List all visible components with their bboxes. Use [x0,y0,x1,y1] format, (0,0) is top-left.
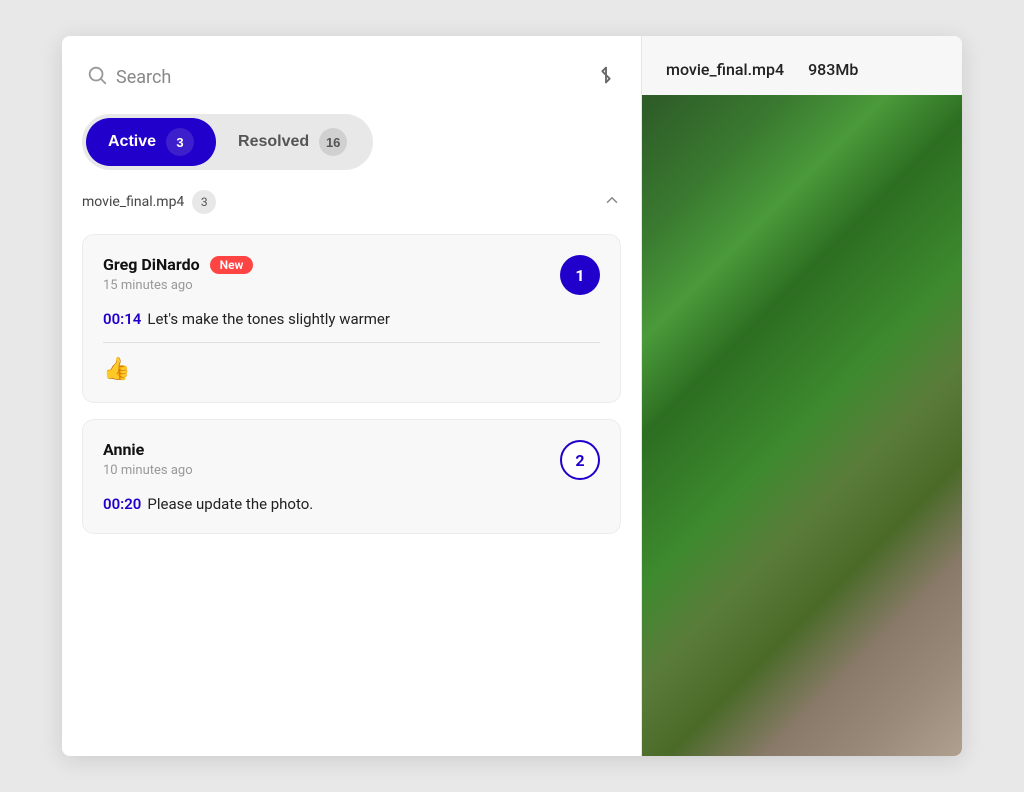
sort-icon[interactable] [595,64,617,90]
comment-author-section-1: Greg DiNardo New 15 minutes ago [103,255,253,293]
comment-author-section-2: Annie 10 minutes ago [103,440,193,478]
comment-timestamp-1[interactable]: 00:14 [103,310,141,328]
tab-active-badge: 3 [166,128,194,156]
search-left: Search [86,64,171,90]
comment-actions-1: 👍 [103,357,600,382]
right-preview [642,95,962,756]
file-group-count: 3 [192,190,216,214]
comment-time-1: 15 minutes ago [103,278,253,293]
comment-new-badge-1: New [210,256,254,274]
comment-body-2: 00:20Please update the photo. [103,494,600,513]
search-icon [86,64,108,90]
comment-text-2: 00:20Please update the photo. [103,495,313,513]
file-group-header: movie_final.mp4 3 [82,186,621,218]
tab-resolved[interactable]: Resolved 16 [216,118,369,166]
tab-resolved-label: Resolved [238,133,309,151]
right-filesize: 983Mb [808,60,858,79]
tab-active-label: Active [108,133,156,151]
tab-toggle: Active 3 Resolved 16 [82,114,373,170]
left-panel: Search Active 3 Resolved 16 [62,36,642,756]
like-icon-1[interactable]: 👍 [103,357,130,382]
comment-author-name-1: Greg DiNardo [103,255,200,274]
file-group-name: movie_final.mp4 [82,194,184,210]
right-panel: movie_final.mp4 983Mb [642,36,962,756]
comment-card-1: Greg DiNardo New 15 minutes ago 1 00:14L… [82,234,621,403]
comment-body-1: 00:14Let's make the tones slightly warme… [103,309,600,328]
preview-image [642,95,962,756]
comment-divider-1 [103,342,600,343]
tab-active[interactable]: Active 3 [86,118,216,166]
tab-resolved-badge: 16 [319,128,347,156]
chevron-up-icon[interactable] [603,191,621,213]
search-bar: Search [82,56,621,98]
app-container: Search Active 3 Resolved 16 [62,36,962,756]
comment-header-2: Annie 10 minutes ago 2 [103,440,600,480]
comment-number-1[interactable]: 1 [560,255,600,295]
file-group-title: movie_final.mp4 3 [82,190,216,214]
comment-author-row-1: Greg DiNardo New [103,255,253,274]
comment-header-1: Greg DiNardo New 15 minutes ago 1 [103,255,600,295]
search-placeholder: Search [116,67,171,88]
comment-time-2: 10 minutes ago [103,463,193,478]
right-header: movie_final.mp4 983Mb [642,36,962,95]
comment-text-1: 00:14Let's make the tones slightly warme… [103,310,390,328]
comment-timestamp-2[interactable]: 00:20 [103,495,141,513]
comment-author-name-2: Annie [103,440,144,459]
comment-author-row-2: Annie [103,440,193,459]
comment-number-2[interactable]: 2 [560,440,600,480]
comment-card-2: Annie 10 minutes ago 2 00:20Please updat… [82,419,621,534]
right-filename: movie_final.mp4 [666,60,784,79]
